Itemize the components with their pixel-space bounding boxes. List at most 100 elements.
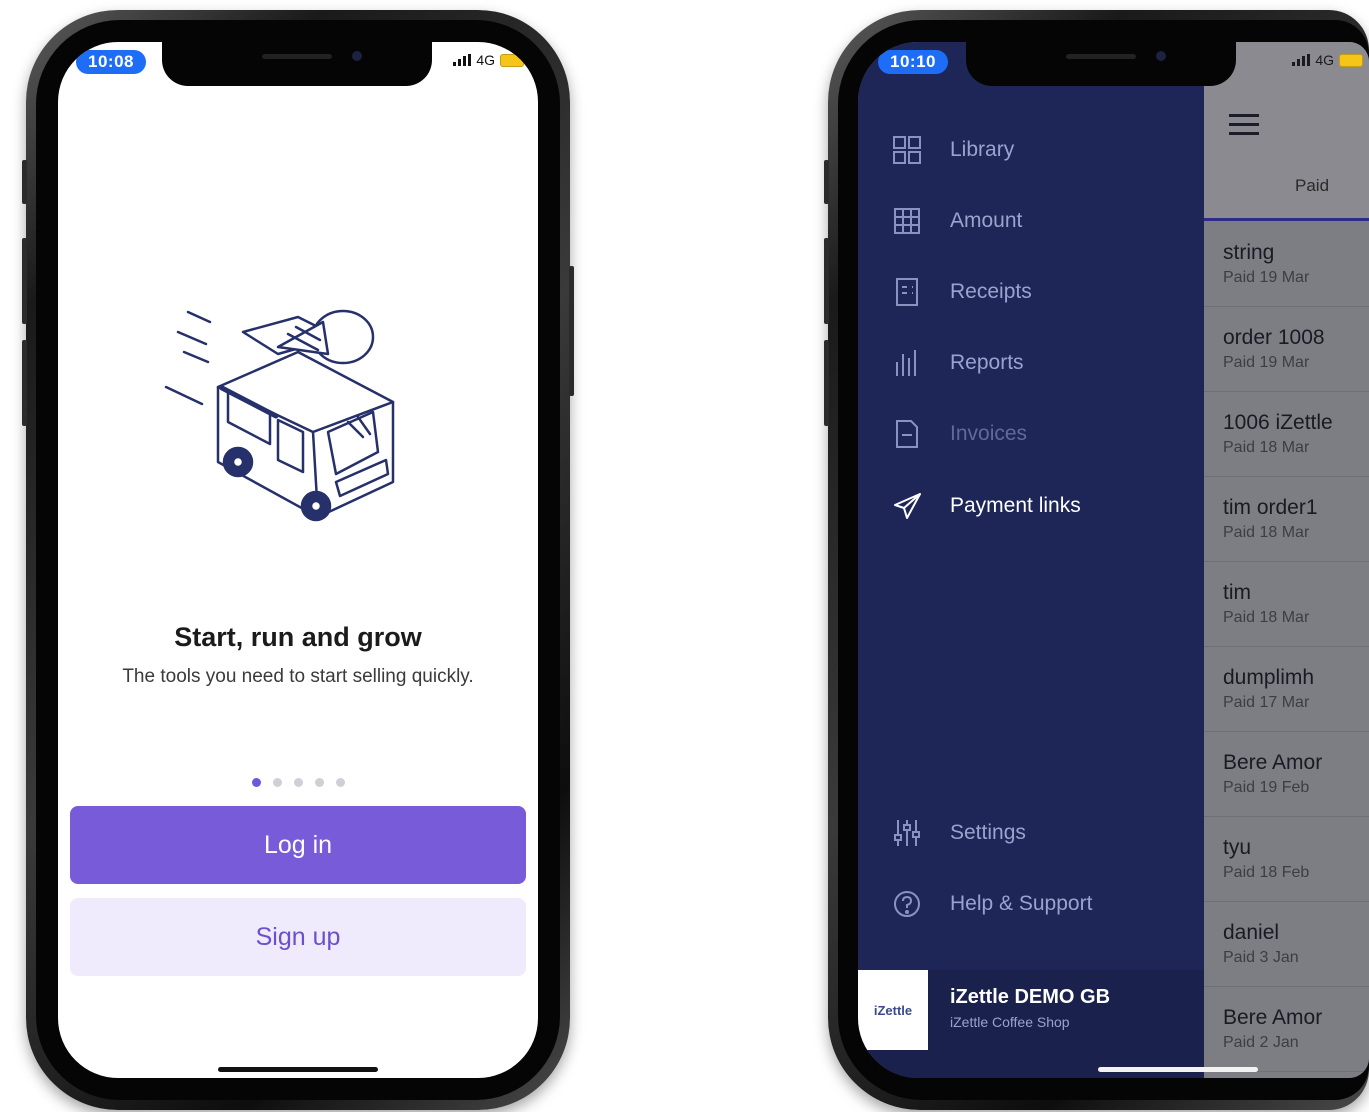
page-indicator[interactable]	[58, 778, 538, 787]
row-date: Paid 19 Mar	[1223, 269, 1310, 286]
signal-icon	[453, 54, 472, 66]
silent-switch	[824, 160, 829, 204]
row-title: Bere Amor	[1223, 751, 1323, 774]
page-dot-active[interactable]	[251, 778, 261, 787]
row-title: 1006 iZettle	[1223, 411, 1333, 434]
onboarding-screen: 10:08 4G Start, run and grow The tools y…	[58, 42, 538, 1078]
row-date: Paid 19 Mar	[1223, 354, 1310, 371]
row-date: Paid 18 Feb	[1223, 864, 1310, 881]
tab-paid[interactable]: Paid	[1295, 176, 1329, 196]
list-item[interactable]: tim Paid 18 Mar	[1203, 561, 1369, 647]
left-phone-frame: 10:08 4G Start, run and grow The tools y…	[22, 10, 574, 1110]
row-date: Paid 18 Mar	[1223, 524, 1310, 541]
row-date: Paid 17 Mar	[1223, 694, 1310, 711]
ice-cream-truck-illustration	[164, 309, 395, 522]
power-button	[569, 266, 574, 396]
list-item[interactable]: Bere Amor Paid 2 Jan	[1203, 986, 1369, 1072]
right-phone-frame: Paid string Paid 19 Mar order 1008 Paid …	[824, 10, 1369, 1110]
network-label: 4G	[1315, 52, 1334, 68]
signup-button[interactable]: Sign up	[70, 898, 526, 976]
row-date: Paid 19 Feb	[1223, 779, 1310, 796]
invoice-icon	[892, 419, 922, 449]
keypad-icon	[892, 206, 922, 236]
network-label: 4G	[476, 52, 495, 68]
list-item[interactable]: tim order1 Paid 18 Mar	[1203, 476, 1369, 562]
nav-item-library[interactable]: Library	[892, 130, 1014, 170]
row-title: dumplimh	[1223, 666, 1315, 689]
battery-icon	[1339, 53, 1363, 67]
nav-label: Settings	[950, 821, 1026, 844]
phone-bezel: Paid string Paid 19 Mar order 1008 Paid …	[838, 20, 1369, 1100]
account-name: iZettle DEMO GB	[950, 986, 1111, 1008]
page-dot[interactable]	[314, 778, 324, 787]
row-title: tim order1	[1223, 496, 1318, 519]
list-item[interactable]: 1006 iZettle Paid 18 Mar	[1203, 391, 1369, 477]
speaker	[1066, 54, 1136, 59]
notch	[966, 42, 1236, 86]
nav-item-settings[interactable]: Settings	[892, 813, 1026, 853]
status-indicators: 4G	[453, 52, 524, 68]
volume-down-button	[22, 340, 27, 426]
account-logo: iZettle	[858, 970, 928, 1050]
grid-icon	[892, 135, 922, 165]
list-item[interactable]: daniel Paid 3 Jan	[1203, 901, 1369, 987]
row-title: tim	[1223, 581, 1251, 604]
row-title: daniel	[1223, 921, 1280, 944]
nav-label: Receipts	[950, 280, 1032, 303]
list-item[interactable]: string Paid 19 Mar	[1203, 221, 1369, 307]
nav-item-reports[interactable]: Reports	[892, 343, 1024, 383]
status-time: 10:08	[76, 50, 146, 74]
account-switcher[interactable]: iZettle iZettle DEMO GB iZettle Coffee S…	[858, 970, 1204, 1078]
list-item[interactable]: dumplimh Paid 17 Mar	[1203, 646, 1369, 732]
navigation-drawer: Library Amount Receipts Reports Invoices…	[858, 42, 1204, 1078]
nav-label: Invoices	[950, 422, 1028, 445]
battery-icon	[500, 53, 524, 67]
phone-bezel: 10:08 4G Start, run and grow The tools y…	[36, 20, 560, 1100]
row-date: Paid 2 Jan	[1223, 1034, 1299, 1051]
row-date: Paid 18 Mar	[1223, 609, 1310, 626]
nav-label: Library	[950, 138, 1015, 161]
list-item[interactable]: Bere Amor Paid 19 Feb	[1203, 731, 1369, 817]
row-date: Paid 3 Jan	[1223, 949, 1299, 966]
page-dot[interactable]	[293, 778, 303, 787]
status-indicators: 4G	[1292, 52, 1363, 68]
nav-item-help[interactable]: Help & Support	[892, 884, 1092, 924]
nav-item-payment-links[interactable]: Payment links	[892, 486, 1081, 526]
volume-down-button	[824, 340, 829, 426]
status-time: 10:10	[878, 50, 948, 74]
bar-chart-icon	[892, 348, 922, 378]
signal-icon	[1292, 54, 1311, 66]
nav-item-invoices[interactable]: Invoices	[892, 414, 1027, 454]
nav-label: Help & Support	[950, 892, 1093, 915]
nav-item-receipts[interactable]: Receipts	[892, 272, 1032, 312]
receipt-icon	[892, 277, 922, 307]
home-indicator[interactable]	[1098, 1067, 1258, 1072]
row-title: tyu	[1223, 836, 1252, 859]
menu-icon[interactable]	[1229, 114, 1259, 141]
login-button[interactable]: Log in	[70, 806, 526, 884]
silent-switch	[22, 160, 27, 204]
row-title: Bere Amor	[1223, 1006, 1323, 1029]
nav-label: Reports	[950, 351, 1024, 374]
nav-item-amount[interactable]: Amount	[892, 201, 1022, 241]
row-title: order 1008	[1223, 326, 1325, 349]
row-date: Paid 18 Mar	[1223, 439, 1310, 456]
nav-label: Amount	[950, 209, 1023, 232]
page-dot[interactable]	[335, 778, 345, 787]
home-indicator[interactable]	[218, 1067, 378, 1072]
front-camera	[352, 51, 362, 61]
sliders-icon	[892, 818, 922, 848]
onboarding-headline: Start, run and grow	[174, 622, 422, 652]
drawer-screen: Paid string Paid 19 Mar order 1008 Paid …	[858, 42, 1369, 1078]
list-item[interactable]: tyu Paid 18 Feb	[1203, 816, 1369, 902]
front-camera	[1156, 51, 1166, 61]
volume-up-button	[22, 238, 27, 324]
page-dot[interactable]	[272, 778, 282, 787]
speaker	[262, 54, 332, 59]
row-title: string	[1223, 241, 1275, 264]
onboarding-subtitle: The tools you need to start selling quic…	[122, 666, 474, 687]
volume-up-button	[824, 238, 829, 324]
list-item[interactable]: order 1008 Paid 19 Mar	[1203, 306, 1369, 392]
payment-links-list: Paid string Paid 19 Mar order 1008 Paid …	[1203, 42, 1369, 1078]
paper-plane-icon	[892, 491, 922, 521]
